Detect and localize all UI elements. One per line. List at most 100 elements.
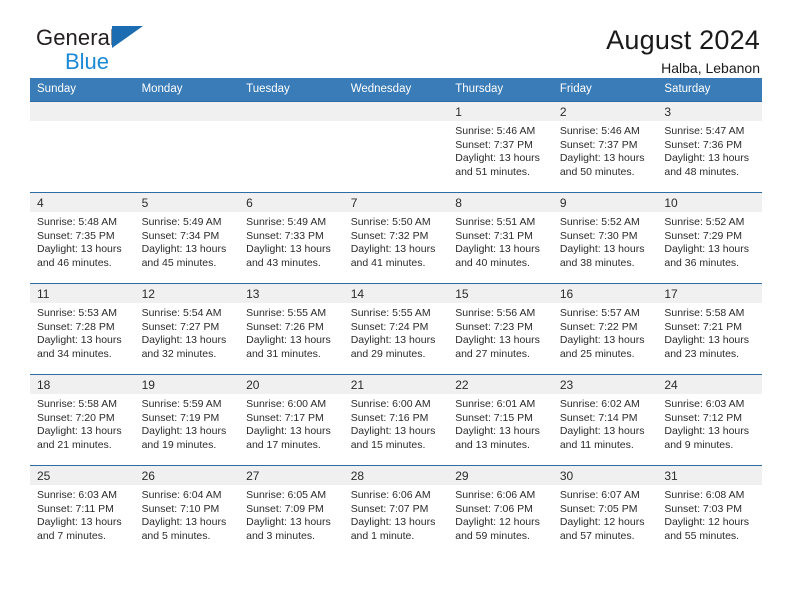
daylight-text: Daylight: 13 hours and 21 minutes. — [37, 425, 122, 451]
sun-info: Sunrise: 5:59 AM Sunset: 7:19 PM Daylight:… — [135, 394, 240, 452]
calendar-day-cell[interactable]: 19 Sunrise: 5:59 AM Sunset: 7:19 PM Dayligh… — [134, 374, 240, 466]
calendar-day-cell[interactable]: 7 Sunrise: 5:50 AM Sunset: 7:32 PM Daylight… — [343, 192, 449, 284]
brand-name-blue: Blue — [65, 49, 110, 74]
calendar-day-cell-empty — [239, 101, 344, 193]
calendar-day-cell[interactable]: 16 Sunrise: 5:57 AM Sunset: 7:22 PM Dayligh… — [552, 283, 658, 375]
calendar-day-cell[interactable]: 13 Sunrise: 5:55 AM Sunset: 7:26 PM Dayligh… — [239, 283, 344, 375]
daylight-text: Daylight: 13 hours and 38 minutes. — [559, 243, 645, 269]
daylight-text: Daylight: 13 hours and 46 minutes. — [37, 243, 122, 269]
calendar-day-cell[interactable]: 2 Sunrise: 5:46 AM Sunset: 7:37 PM Daylight… — [552, 101, 658, 193]
brand-logo[interactable]: General Blue — [30, 26, 143, 73]
weekday-header-saturday: Saturday — [657, 78, 762, 102]
calendar-day-cell-empty — [30, 101, 135, 193]
day-number: 3 — [657, 102, 762, 121]
calendar-day-cell[interactable]: 5 Sunrise: 5:49 AM Sunset: 7:34 PM Daylight… — [134, 192, 240, 284]
calendar-day-cell[interactable]: 18 Sunrise: 5:58 AM Sunset: 7:20 PM Dayligh… — [30, 374, 135, 466]
calendar-day-cell[interactable]: 12 Sunrise: 5:54 AM Sunset: 7:27 PM Dayligh… — [134, 283, 240, 375]
sunrise-text: Sunrise: 5:51 AM — [455, 216, 536, 228]
sunset-text: Sunset: 7:35 PM — [37, 229, 115, 242]
day-number: 24 — [657, 375, 762, 394]
weekday-header-friday: Friday — [552, 78, 658, 102]
calendar-day-cell[interactable]: 8 Sunrise: 5:51 AM Sunset: 7:31 PM Daylight… — [448, 192, 553, 284]
calendar-day-cell[interactable]: 31 Sunrise: 6:08 AM Sunset: 7:03 PM Dayligh… — [657, 465, 762, 556]
page-title: August 2024 — [606, 25, 760, 55]
day-number: 8 — [448, 193, 553, 212]
sunrise-text: Sunrise: 5:53 AM — [37, 307, 117, 319]
calendar-day-cell[interactable]: 17 Sunrise: 5:58 AM Sunset: 7:21 PM Dayligh… — [657, 283, 762, 375]
daylight-text: Daylight: 13 hours and 19 minutes. — [141, 425, 227, 451]
sunrise-text: Sunrise: 5:46 AM — [455, 125, 536, 137]
weekday-header-thursday: Thursday — [448, 78, 553, 102]
sunrise-text: Sunrise: 6:08 AM — [664, 489, 745, 501]
calendar-day-cell[interactable]: 1 Sunrise: 5:46 AM Sunset: 7:37 PM Daylight… — [448, 101, 553, 193]
sunset-text: Sunset: 7:36 PM — [664, 138, 743, 151]
sunset-text: Sunset: 7:30 PM — [559, 229, 638, 242]
day-number: 16 — [552, 284, 658, 303]
calendar-day-cell[interactable]: 10 Sunrise: 5:52 AM Sunset: 7:29 PM Dayligh… — [657, 192, 762, 284]
sun-info: Sunrise: 5:51 AM Sunset: 7:31 PM Daylight:… — [448, 212, 553, 270]
sun-info: Sunrise: 5:52 AM Sunset: 7:30 PM Daylight:… — [553, 212, 658, 270]
sunset-text: Sunset: 7:28 PM — [37, 320, 115, 333]
calendar-day-cell[interactable]: 20 Sunrise: 6:00 AM Sunset: 7:17 PM Dayligh… — [239, 374, 344, 466]
weekday-header-sunday: Sunday — [30, 78, 135, 102]
sun-info: Sunrise: 5:56 AM Sunset: 7:23 PM Daylight:… — [448, 303, 553, 361]
day-number — [343, 102, 449, 121]
sun-info: Sunrise: 5:52 AM Sunset: 7:29 PM Daylight:… — [657, 212, 762, 270]
sun-info: Sunrise: 6:00 AM Sunset: 7:17 PM Daylight:… — [239, 394, 344, 452]
calendar-day-cell[interactable]: 26 Sunrise: 6:04 AM Sunset: 7:10 PM Dayligh… — [134, 465, 240, 556]
sun-info: Sunrise: 6:08 AM Sunset: 7:03 PM Daylight:… — [657, 485, 762, 543]
triangle-logo-icon — [111, 26, 143, 48]
calendar-day-cell[interactable]: 23 Sunrise: 6:02 AM Sunset: 7:14 PM Dayligh… — [552, 374, 658, 466]
sunset-text: Sunset: 7:33 PM — [246, 229, 324, 242]
brand-logo-top: General — [36, 26, 143, 49]
sun-info: Sunrise: 5:48 AM Sunset: 7:35 PM Daylight:… — [30, 212, 135, 270]
day-number: 18 — [30, 375, 135, 394]
sunrise-text: Sunrise: 5:46 AM — [559, 125, 640, 137]
calendar-day-cell[interactable]: 6 Sunrise: 5:49 AM Sunset: 7:33 PM Daylight… — [239, 192, 344, 284]
day-number: 14 — [343, 284, 449, 303]
sun-info: Sunrise: 6:05 AM Sunset: 7:09 PM Daylight:… — [239, 485, 344, 543]
day-number: 20 — [239, 375, 344, 394]
calendar-day-cell[interactable]: 30 Sunrise: 6:07 AM Sunset: 7:05 PM Dayligh… — [552, 465, 658, 556]
sunrise-text: Sunrise: 5:50 AM — [350, 216, 431, 228]
calendar-day-cell[interactable]: 28 Sunrise: 6:06 AM Sunset: 7:07 PM Dayligh… — [343, 465, 449, 556]
daylight-text: Daylight: 13 hours and 7 minutes. — [37, 516, 122, 542]
calendar-day-cell[interactable]: 21 Sunrise: 6:00 AM Sunset: 7:16 PM Dayligh… — [343, 374, 449, 466]
sunset-text: Sunset: 7:03 PM — [664, 502, 743, 515]
day-number: 22 — [448, 375, 553, 394]
calendar-day-cell[interactable]: 15 Sunrise: 5:56 AM Sunset: 7:23 PM Dayligh… — [448, 283, 553, 375]
calendar-day-cell[interactable]: 27 Sunrise: 6:05 AM Sunset: 7:09 PM Dayligh… — [239, 465, 344, 556]
daylight-text: Daylight: 12 hours and 57 minutes. — [559, 516, 645, 542]
sunrise-text: Sunrise: 5:48 AM — [37, 216, 117, 228]
calendar-day-cell[interactable]: 25 Sunrise: 6:03 AM Sunset: 7:11 PM Dayligh… — [30, 465, 135, 556]
sun-info: Sunrise: 6:06 AM Sunset: 7:07 PM Daylight:… — [344, 485, 449, 543]
calendar-day-cell[interactable]: 29 Sunrise: 6:06 AM Sunset: 7:06 PM Dayligh… — [448, 465, 553, 556]
calendar-week-row: 1 Sunrise: 5:46 AM Sunset: 7:37 PM Daylight… — [30, 101, 762, 193]
daylight-text: Daylight: 13 hours and 31 minutes. — [246, 334, 331, 360]
sunset-text: Sunset: 7:06 PM — [455, 502, 533, 515]
daylight-text: Daylight: 13 hours and 29 minutes. — [350, 334, 436, 360]
daylight-text: Daylight: 13 hours and 1 minute. — [350, 516, 436, 542]
calendar-day-cell[interactable]: 14 Sunrise: 5:55 AM Sunset: 7:24 PM Dayligh… — [343, 283, 449, 375]
sunrise-text: Sunrise: 5:58 AM — [664, 307, 745, 319]
daylight-text: Daylight: 13 hours and 23 minutes. — [664, 334, 750, 360]
calendar-day-cell[interactable]: 4 Sunrise: 5:48 AM Sunset: 7:35 PM Daylight… — [30, 192, 135, 284]
calendar-day-cell[interactable]: 24 Sunrise: 6:03 AM Sunset: 7:12 PM Dayligh… — [657, 374, 762, 466]
sunset-text: Sunset: 7:07 PM — [350, 502, 429, 515]
calendar-page: General Blue August 2024 Halba, Lebanon … — [0, 0, 792, 612]
daylight-text: Daylight: 13 hours and 9 minutes. — [664, 425, 750, 451]
calendar-day-cell[interactable]: 11 Sunrise: 5:53 AM Sunset: 7:28 PM Dayligh… — [30, 283, 135, 375]
sunrise-text: Sunrise: 5:54 AM — [141, 307, 222, 319]
calendar-day-cell[interactable]: 3 Sunrise: 5:47 AM Sunset: 7:36 PM Daylight… — [657, 101, 762, 193]
calendar-day-cell[interactable]: 9 Sunrise: 5:52 AM Sunset: 7:30 PM Daylight… — [552, 192, 658, 284]
sun-info: Sunrise: 6:00 AM Sunset: 7:16 PM Daylight:… — [344, 394, 449, 452]
calendar-day-cell[interactable]: 22 Sunrise: 6:01 AM Sunset: 7:15 PM Dayligh… — [448, 374, 553, 466]
sun-info: Sunrise: 5:53 AM Sunset: 7:28 PM Daylight:… — [30, 303, 135, 361]
sunset-text: Sunset: 7:15 PM — [455, 411, 533, 424]
sun-info: Sunrise: 5:54 AM Sunset: 7:27 PM Daylight:… — [135, 303, 240, 361]
sunrise-text: Sunrise: 5:52 AM — [664, 216, 745, 228]
sunset-text: Sunset: 7:37 PM — [455, 138, 533, 151]
day-number: 31 — [657, 466, 762, 485]
sunrise-text: Sunrise: 6:07 AM — [559, 489, 640, 501]
sun-info: Sunrise: 5:46 AM Sunset: 7:37 PM Daylight:… — [448, 121, 553, 179]
